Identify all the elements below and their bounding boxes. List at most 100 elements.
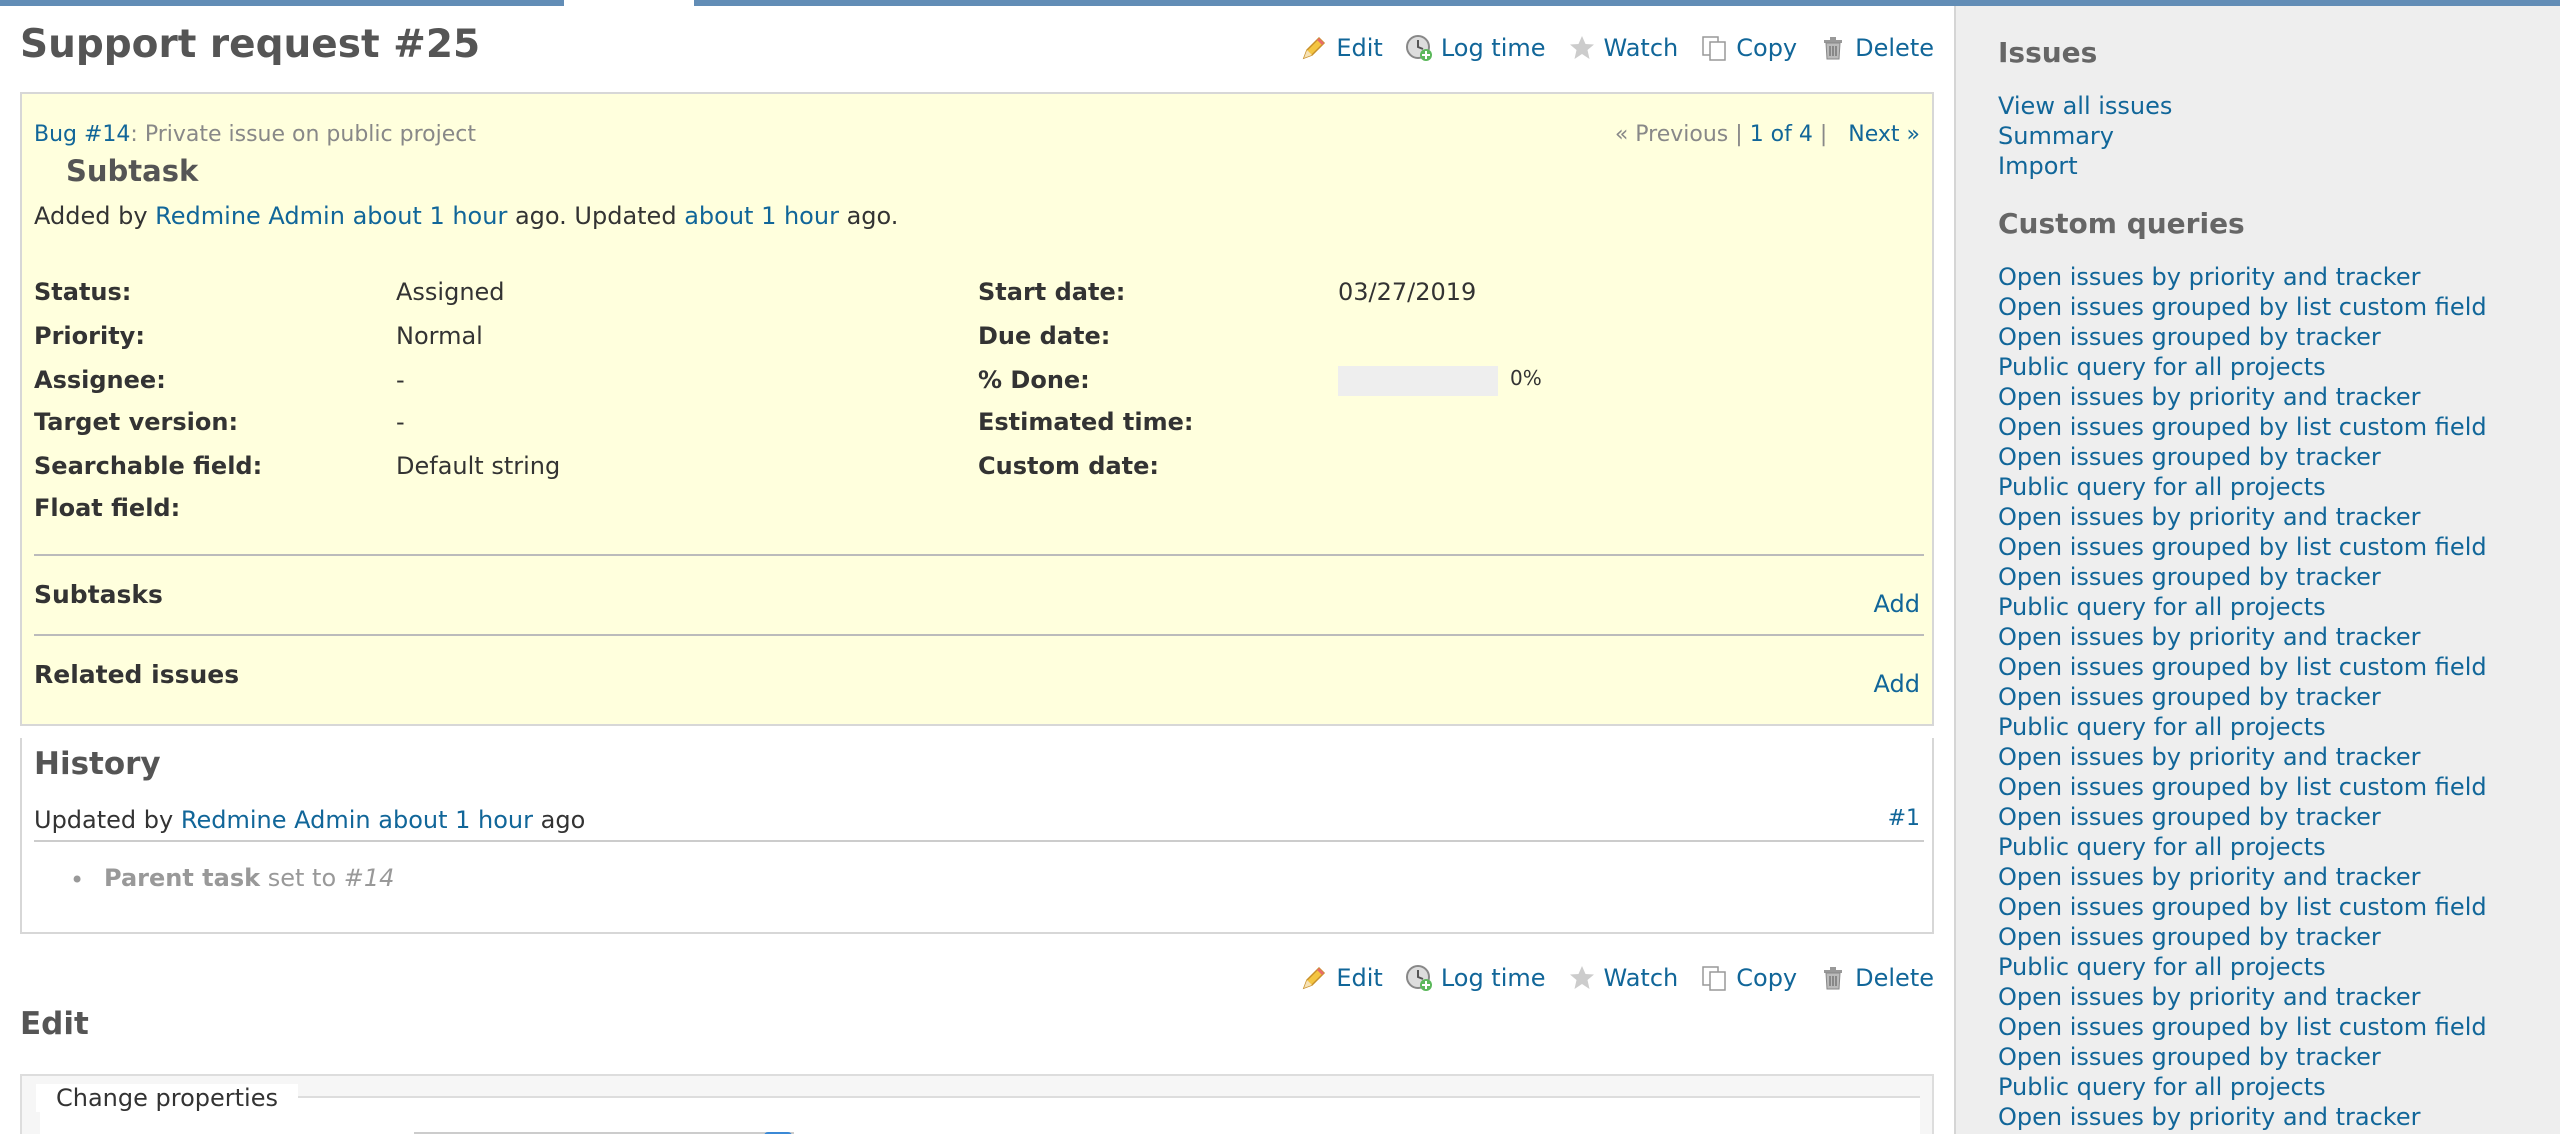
status-value: Assigned bbox=[396, 278, 505, 306]
sidebar-issue-link[interactable]: Summary bbox=[1998, 121, 2530, 151]
sidebar-query-link[interactable]: Open issues grouped by list custom field bbox=[1998, 652, 2530, 682]
priority-label: Priority: bbox=[34, 322, 145, 350]
history-title: History bbox=[34, 746, 161, 782]
main-content: Support request #25 Edit Log time Watch … bbox=[0, 6, 1954, 1134]
sidebar-query-link[interactable]: Open issues grouped by tracker bbox=[1998, 682, 2530, 712]
start-date-value: 03/27/2019 bbox=[1338, 278, 1477, 306]
sidebar-query-link[interactable]: Open issues grouped by list custom field bbox=[1998, 1012, 2530, 1042]
sidebar-issue-link[interactable]: View all issues bbox=[1998, 91, 2530, 121]
issue-position-link[interactable]: 1 of 4 bbox=[1750, 122, 1813, 147]
trash-icon bbox=[1824, 967, 1843, 990]
change-properties-legend: Change properties bbox=[36, 1084, 298, 1112]
delete-button[interactable]: Delete bbox=[1819, 34, 1934, 62]
parent-issue-link[interactable]: Bug #14 bbox=[34, 122, 130, 147]
sidebar-query-link[interactable]: Open issues grouped by tracker bbox=[1998, 442, 2530, 472]
add-related-issue-link[interactable]: Add bbox=[1874, 670, 1920, 698]
sidebar-query-link[interactable]: Open issues grouped by list custom field bbox=[1998, 532, 2530, 562]
sidebar-query-link[interactable]: Public query for all projects bbox=[1998, 472, 2530, 502]
author-link[interactable]: Redmine Admin bbox=[155, 202, 345, 230]
sidebar-query-link[interactable]: Open issues by priority and tracker bbox=[1998, 262, 2530, 292]
related-issues-title: Related issues bbox=[34, 660, 240, 689]
copy-icon bbox=[1702, 36, 1726, 61]
journal-ago-link[interactable]: about 1 hour bbox=[378, 806, 533, 834]
sidebar-query-link[interactable]: Open issues grouped by list custom field bbox=[1998, 292, 2530, 322]
sidebar-query-link[interactable]: Open issues grouped by list custom field bbox=[1998, 412, 2530, 442]
searchable-field-label: Searchable field: bbox=[34, 452, 263, 480]
sidebar-query-link[interactable]: Public query for all projects bbox=[1998, 712, 2530, 742]
edit-button[interactable]: Edit bbox=[1300, 34, 1383, 62]
watch-button[interactable]: Watch bbox=[1568, 964, 1679, 992]
sidebar-query-link[interactable]: Open issues grouped by list custom field bbox=[1998, 772, 2530, 802]
sidebar-query-link[interactable]: Open issues grouped by tracker bbox=[1998, 322, 2530, 352]
issue-subject: Subtask bbox=[66, 154, 199, 188]
subtasks-title: Subtasks bbox=[34, 580, 163, 609]
sidebar-query-link[interactable]: Public query for all projects bbox=[1998, 952, 2530, 982]
issue-author-line: Added by Redmine Admin about 1 hour ago.… bbox=[34, 202, 898, 230]
issue-navigation: « Previous | 1 of 4 | Next » bbox=[1615, 122, 1920, 147]
sidebar-query-link[interactable]: Open issues by priority and tracker bbox=[1998, 1102, 2530, 1132]
sidebar-query-links: Open issues by priority and tracker Open … bbox=[1998, 262, 2530, 1132]
copy-button[interactable]: Copy bbox=[1700, 964, 1797, 992]
created-ago-link[interactable]: about 1 hour bbox=[353, 202, 508, 230]
delete-label: Delete bbox=[1855, 34, 1934, 62]
updated-ago-link[interactable]: about 1 hour bbox=[684, 202, 839, 230]
parent-issue: Bug #14: Private issue on public project bbox=[34, 122, 476, 147]
star-icon bbox=[1569, 966, 1594, 989]
log-time-label: Log time bbox=[1440, 964, 1546, 992]
watch-label: Watch bbox=[1603, 964, 1679, 992]
sidebar-issue-link[interactable]: Import bbox=[1998, 151, 2530, 181]
sidebar-query-link[interactable]: Open issues grouped by tracker bbox=[1998, 562, 2530, 592]
watch-button[interactable]: Watch bbox=[1568, 34, 1678, 62]
sidebar-query-link[interactable]: Public query for all projects bbox=[1998, 352, 2530, 382]
log-time-button[interactable]: Log time bbox=[1405, 964, 1546, 992]
journal-detail: • Parent task set to #14 bbox=[70, 864, 394, 894]
sidebar-query-link[interactable]: Open issues grouped by tracker bbox=[1998, 1042, 2530, 1072]
next-link[interactable]: Next » bbox=[1848, 122, 1920, 147]
sidebar-query-link[interactable]: Open issues grouped by list custom field bbox=[1998, 892, 2530, 922]
done-ratio-label: % Done: bbox=[978, 366, 1090, 394]
edit-label: Edit bbox=[1336, 34, 1383, 62]
sidebar-query-link[interactable]: Open issues by priority and tracker bbox=[1998, 742, 2530, 772]
page-title: Support request #25 bbox=[20, 22, 481, 67]
delete-button[interactable]: Delete bbox=[1819, 964, 1934, 992]
clock-add-icon bbox=[1405, 35, 1432, 61]
add-subtask-link[interactable]: Add bbox=[1874, 590, 1920, 618]
journal-divider bbox=[34, 840, 1924, 842]
sidebar-query-link[interactable]: Public query for all projects bbox=[1998, 592, 2530, 622]
updated-text: ago. Updated bbox=[507, 202, 685, 230]
sidebar-query-link[interactable]: Open issues by priority and tracker bbox=[1998, 622, 2530, 652]
float-field-label: Float field: bbox=[34, 494, 181, 522]
done-ratio-value: 0% bbox=[1510, 366, 1542, 390]
trash-icon bbox=[1824, 37, 1843, 60]
custom-date-label: Custom date: bbox=[978, 452, 1160, 480]
sidebar-queries-heading: Custom queries bbox=[1998, 207, 2245, 240]
divider bbox=[34, 634, 1924, 636]
sidebar-query-link[interactable]: Public query for all projects bbox=[1998, 1072, 2530, 1102]
estimated-time-label: Estimated time: bbox=[978, 408, 1194, 436]
assignee-label: Assignee: bbox=[34, 366, 166, 394]
parent-issue-subject: : Private issue on public project bbox=[130, 122, 476, 147]
priority-value: Normal bbox=[396, 322, 483, 350]
pencil-icon bbox=[1303, 36, 1326, 60]
sidebar-query-link[interactable]: Open issues by priority and tracker bbox=[1998, 862, 2530, 892]
sidebar-query-link[interactable]: Open issues grouped by tracker bbox=[1998, 922, 2530, 952]
journal-author-link[interactable]: Redmine Admin bbox=[181, 806, 371, 834]
journal-number-link[interactable]: #1 bbox=[1888, 806, 1920, 831]
sidebar-query-link[interactable]: Public query for all projects bbox=[1998, 832, 2530, 862]
updated-by-text: Updated by bbox=[34, 806, 181, 834]
detail-text: set to bbox=[260, 864, 344, 892]
sidebar-query-link[interactable]: Open issues by priority and tracker bbox=[1998, 382, 2530, 412]
sidebar-query-link[interactable]: Open issues by priority and tracker bbox=[1998, 502, 2530, 532]
detail-field: Parent task bbox=[104, 864, 261, 892]
status-label: Status: bbox=[34, 278, 132, 306]
added-by-text: Added by bbox=[34, 202, 156, 230]
log-time-button[interactable]: Log time bbox=[1405, 34, 1546, 62]
start-date-label: Start date: bbox=[978, 278, 1126, 306]
sidebar-query-link[interactable]: Open issues by priority and tracker bbox=[1998, 982, 2530, 1012]
copy-button[interactable]: Copy bbox=[1700, 34, 1797, 62]
sidebar-query-link[interactable]: Open issues grouped by tracker bbox=[1998, 802, 2530, 832]
edit-button[interactable]: Edit bbox=[1300, 964, 1383, 992]
searchable-field-value: Default string bbox=[396, 452, 561, 480]
issue-details: Bug #14: Private issue on public project… bbox=[20, 92, 1934, 726]
